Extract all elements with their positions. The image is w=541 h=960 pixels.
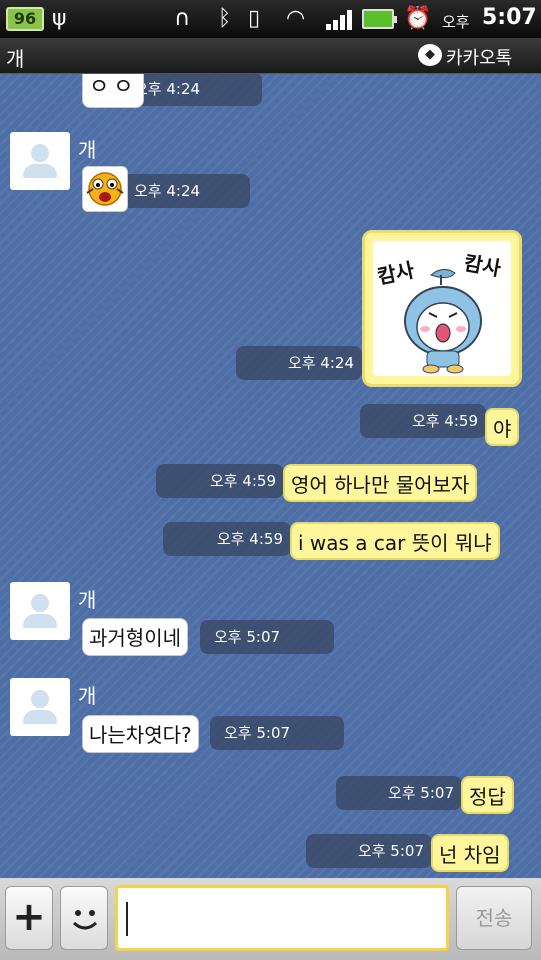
- sender-name: 개: [78, 588, 97, 612]
- message-time: 오후 4:59: [163, 522, 291, 556]
- avatar[interactable]: [10, 132, 70, 190]
- chat-title-bar: 개 ◆ 카카오톡: [0, 38, 541, 74]
- battery-percent-badge: 96: [6, 7, 44, 31]
- scared-face-icon: [86, 172, 124, 206]
- bluetooth-icon: ᛒ: [218, 6, 232, 31]
- message-input-bar: + 전송: [0, 878, 541, 960]
- message-bubble[interactable]: 과거형이네: [82, 618, 188, 656]
- message-time: 오후 4:24: [236, 346, 362, 380]
- message-emoticon[interactable]: ㅇㅇ: [82, 74, 145, 108]
- emoticon-button[interactable]: [60, 886, 108, 950]
- status-bar: 96 ψ ∩ ᛒ ▯ ◠ ⏰ 오후 5:07: [0, 0, 541, 38]
- message-time: 오후 5:07: [336, 776, 462, 810]
- sender-name: 개: [78, 684, 97, 708]
- status-time: 5:07: [482, 5, 537, 30]
- message-bubble[interactable]: 나는차엿다?: [82, 715, 199, 753]
- avatar[interactable]: [10, 582, 70, 640]
- message-time: 오후 4:59: [156, 464, 284, 498]
- alarm-icon: ⏰: [404, 6, 432, 31]
- text-caret: [126, 902, 128, 936]
- message-emoticon[interactable]: [82, 166, 128, 212]
- sender-name: 개: [78, 138, 97, 162]
- app-label: 카카오톡: [446, 48, 513, 69]
- battery-icon: [362, 9, 397, 29]
- penguin-sticker-icon: 캄사 캄사: [375, 251, 503, 374]
- message-bubble[interactable]: 넌 차임: [431, 834, 509, 872]
- message-bubble[interactable]: 영어 하나만 물어보자: [283, 464, 478, 502]
- kakaotalk-logo-icon: ◆: [418, 44, 442, 66]
- vibrate-icon: ▯: [248, 6, 261, 31]
- chat-area[interactable]: 오후 4:24 ㅇㅇ 개 오후 4:24 오후 4:24 캄사 캄사 오후 4:…: [0, 74, 541, 878]
- status-ampm: 오후: [442, 13, 470, 31]
- send-button[interactable]: 전송: [456, 886, 532, 950]
- svg-text:캄사: 캄사: [375, 258, 417, 289]
- signal-icon: [326, 10, 352, 30]
- message-time: 오후 5:07: [200, 620, 334, 654]
- svg-text:캄사: 캄사: [462, 251, 503, 281]
- message-time: 오후 4:59: [360, 404, 486, 438]
- message-input[interactable]: [115, 885, 449, 951]
- chat-title: 개: [6, 47, 25, 71]
- message-bubble[interactable]: i was a car 뜻이 뭐냐: [290, 522, 500, 560]
- usb-icon: ψ: [52, 6, 67, 31]
- message-time: 오후 5:07: [210, 716, 344, 750]
- headset-icon: ∩: [174, 6, 191, 31]
- message-time: 오후 5:07: [306, 834, 432, 868]
- message-bubble[interactable]: 야: [485, 408, 520, 446]
- attach-plus-button[interactable]: +: [5, 886, 53, 950]
- wifi-icon: ◠: [286, 6, 306, 31]
- avatar[interactable]: [10, 678, 70, 736]
- message-bubble[interactable]: 정답: [461, 776, 514, 814]
- message-sticker[interactable]: 캄사 캄사: [362, 230, 522, 387]
- smiley-icon: [72, 910, 98, 930]
